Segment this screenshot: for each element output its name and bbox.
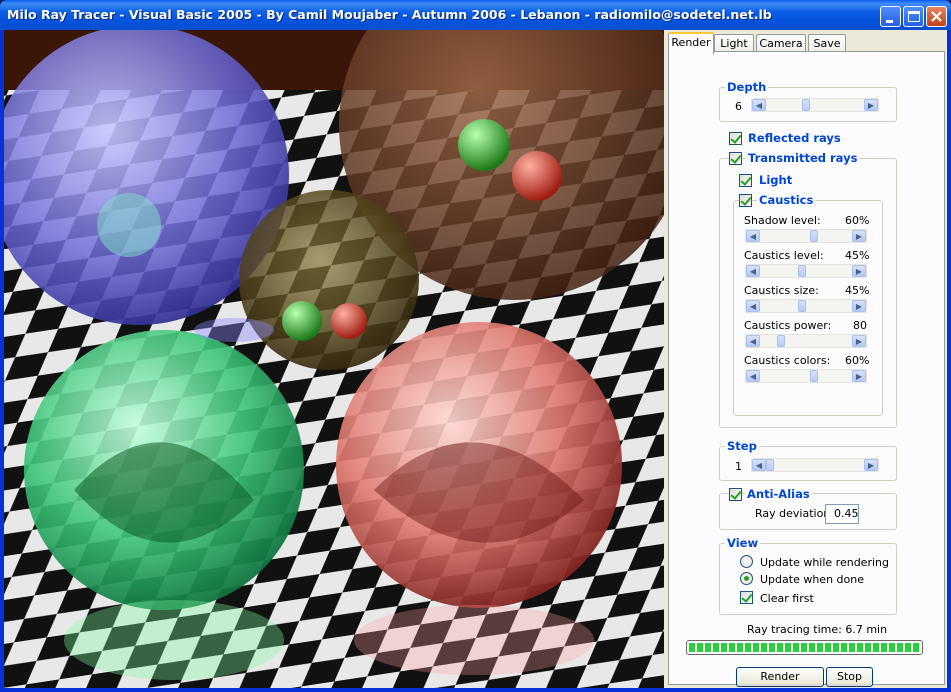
caustic-slider-label: Caustics power: <box>744 319 832 332</box>
step-slider[interactable]: ◀ ▶ <box>751 458 879 472</box>
minimize-icon <box>886 20 893 23</box>
caustic-slider-value: 60% <box>845 214 870 227</box>
light-label: Light <box>759 173 793 187</box>
update-while-rendering-radio[interactable] <box>740 555 753 568</box>
title-bar[interactable]: Milo Ray Tracer - Visual Basic 2005 - By… <box>0 0 951 30</box>
rendered-image <box>4 30 664 688</box>
reflected-rays-checkbox[interactable] <box>729 132 742 145</box>
clear-first-label: Clear first <box>760 592 814 605</box>
tab-light-label: Light <box>720 37 748 50</box>
scroll-left-icon[interactable]: ◀ <box>752 99 766 111</box>
slider-thumb[interactable] <box>766 459 774 471</box>
caustic-slider[interactable]: ◀ ▶ <box>745 264 867 278</box>
scroll-right-icon[interactable]: ▶ <box>852 300 866 312</box>
view-label: View <box>725 536 761 550</box>
caustic-slider-value: 45% <box>845 249 870 262</box>
slider-thumb[interactable] <box>798 300 806 312</box>
render-button[interactable]: Render <box>736 667 824 687</box>
caustic-slider-label: Caustics size: <box>744 284 819 297</box>
depth-label: Depth <box>725 80 769 94</box>
close-button[interactable] <box>926 6 947 27</box>
app-window: Milo Ray Tracer - Visual Basic 2005 - By… <box>0 0 951 692</box>
reflected-rays-label: Reflected rays <box>748 131 841 145</box>
scroll-left-icon[interactable]: ◀ <box>746 370 760 382</box>
tab-render-label: Render <box>671 36 711 49</box>
scroll-left-icon[interactable]: ◀ <box>752 459 766 471</box>
ray-deviation-input[interactable]: 0.45 <box>825 504 859 524</box>
tab-camera-label: Camera <box>759 37 803 50</box>
caustic-slider[interactable]: ◀ ▶ <box>745 334 867 348</box>
step-value: 1 <box>735 460 742 473</box>
caustic-slider[interactable]: ◀ ▶ <box>745 299 867 313</box>
close-icon <box>931 11 942 22</box>
ray-tracing-time: Ray tracing time: 6.7 min <box>747 623 888 636</box>
caustics-label: Caustics <box>757 193 816 207</box>
ray-deviation-value: 0.45 <box>834 507 859 520</box>
stop-button[interactable]: Stop <box>826 667 873 687</box>
stop-button-label: Stop <box>836 670 862 683</box>
tab-save-label: Save <box>813 37 841 50</box>
slider-thumb[interactable] <box>810 370 818 382</box>
render-progress-bar <box>686 640 923 655</box>
render-button-label: Render <box>760 670 800 683</box>
maximize-button[interactable] <box>903 6 924 27</box>
slider-thumb[interactable] <box>777 335 785 347</box>
scroll-left-icon[interactable]: ◀ <box>746 335 760 347</box>
scroll-right-icon[interactable]: ▶ <box>852 370 866 382</box>
light-checkbox[interactable] <box>739 174 752 187</box>
transmitted-rays-checkbox[interactable] <box>729 152 742 165</box>
update-when-done-label: Update when done <box>760 573 864 586</box>
scroll-right-icon[interactable]: ▶ <box>864 99 878 111</box>
slider-thumb[interactable] <box>802 99 810 111</box>
slider-thumb[interactable] <box>810 230 818 242</box>
clear-first-checkbox[interactable] <box>740 591 753 604</box>
render-tab-page: Depth 6 ◀ ▶ Reflected rays Transmitted r… <box>668 51 945 687</box>
progress-fill <box>689 643 920 652</box>
ray-deviation-label: Ray deviation: <box>755 507 834 520</box>
scroll-left-icon[interactable]: ◀ <box>746 265 760 277</box>
scroll-right-icon[interactable]: ▶ <box>852 335 866 347</box>
update-when-done-radio[interactable] <box>740 572 753 585</box>
depth-slider[interactable]: ◀ ▶ <box>751 98 879 112</box>
caustic-slider[interactable]: ◀ ▶ <box>745 229 867 243</box>
minimize-button[interactable] <box>880 6 901 27</box>
caustic-slider[interactable]: ◀ ▶ <box>745 369 867 383</box>
tab-render[interactable]: Render <box>668 32 714 54</box>
step-label: Step <box>725 439 759 453</box>
caustic-slider-value: 80 <box>853 319 867 332</box>
settings-panel: Render Light Camera Save Depth 6 ◀ ▶ Ref… <box>664 30 947 688</box>
caustic-slider-label: Caustics colors: <box>744 354 831 367</box>
slider-thumb[interactable] <box>798 265 806 277</box>
render-canvas[interactable] <box>4 30 664 688</box>
scroll-left-icon[interactable]: ◀ <box>746 230 760 242</box>
caustic-slider-label: Shadow level: <box>744 214 821 227</box>
update-while-rendering-label: Update while rendering <box>760 556 889 569</box>
anti-alias-checkbox[interactable] <box>729 488 742 501</box>
caustic-slider-label: Caustics level: <box>744 249 824 262</box>
scroll-left-icon[interactable]: ◀ <box>746 300 760 312</box>
maximize-icon <box>908 11 920 22</box>
caustic-slider-value: 60% <box>845 354 870 367</box>
depth-value: 6 <box>735 100 742 113</box>
window-title: Milo Ray Tracer - Visual Basic 2005 - By… <box>7 7 772 22</box>
scroll-right-icon[interactable]: ▶ <box>852 265 866 277</box>
scroll-right-icon[interactable]: ▶ <box>864 459 878 471</box>
caustic-slider-value: 45% <box>845 284 870 297</box>
caustics-checkbox[interactable] <box>739 194 752 207</box>
scroll-right-icon[interactable]: ▶ <box>852 230 866 242</box>
anti-alias-label: Anti-Alias <box>745 487 812 501</box>
transmitted-rays-label: Transmitted rays <box>746 151 860 165</box>
